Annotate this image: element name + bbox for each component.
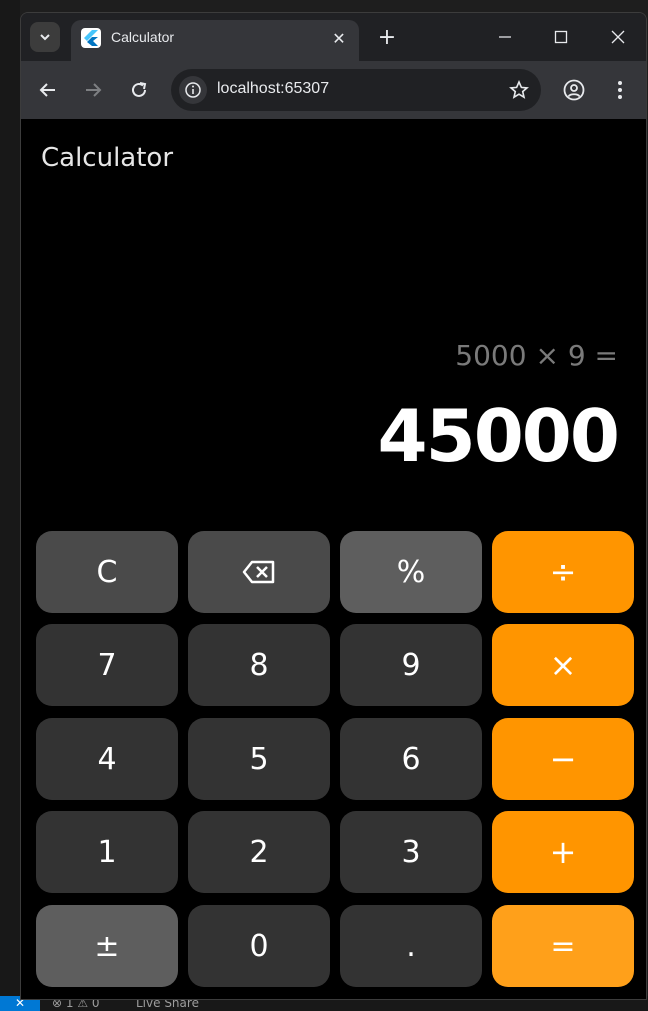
window-close-button[interactable]: [596, 21, 640, 53]
address-bar[interactable]: localhost:65307: [171, 69, 541, 111]
new-tab-button[interactable]: +: [373, 23, 401, 51]
star-icon[interactable]: [507, 78, 531, 102]
digit-1-button[interactable]: 1: [36, 811, 178, 893]
decimal-button[interactable]: .: [340, 905, 482, 987]
url-text[interactable]: localhost:65307: [217, 80, 329, 98]
tab-close-icon[interactable]: ✕: [329, 28, 349, 48]
percent-button[interactable]: %: [340, 531, 482, 613]
reload-icon: [132, 82, 147, 97]
maximize-button[interactable]: [539, 21, 583, 53]
plus-minus-button[interactable]: ±: [36, 905, 178, 987]
back-icon: [39, 83, 55, 97]
browser-tab[interactable]: Calculator ✕: [71, 20, 359, 61]
digit-0-button[interactable]: 0: [188, 905, 330, 987]
reload-button[interactable]: [124, 75, 154, 105]
browser-toolbar: localhost:65307: [21, 61, 646, 119]
tab-strip: Calculator ✕ +: [21, 13, 646, 61]
menu-button[interactable]: [605, 75, 635, 105]
profile-button[interactable]: [559, 75, 589, 105]
flutter-icon: [81, 28, 101, 48]
multiply-button[interactable]: ×: [492, 624, 634, 706]
digit-4-button[interactable]: 4: [36, 718, 178, 800]
digit-2-button[interactable]: 2: [188, 811, 330, 893]
menu-icon: [618, 81, 622, 99]
digit-6-button[interactable]: 6: [340, 718, 482, 800]
info-icon[interactable]: [179, 76, 207, 104]
profile-icon: [563, 79, 585, 101]
app-viewport: Calculator 5000 × 9 = 45000 C % ÷ 7 8 9 …: [21, 119, 646, 999]
add-button[interactable]: +: [492, 811, 634, 893]
backspace-icon: [242, 560, 275, 584]
window-close-icon: [611, 30, 625, 44]
expression-display: 5000 × 9 =: [455, 339, 618, 372]
chevron-down-icon: [40, 34, 50, 41]
digit-9-button[interactable]: 9: [340, 624, 482, 706]
forward-icon: [86, 83, 102, 97]
back-button[interactable]: [33, 75, 63, 105]
clear-button[interactable]: C: [36, 531, 178, 613]
subtract-button[interactable]: −: [492, 718, 634, 800]
browser-window: Calculator ✕ + localhost:65307 Calculato…: [20, 12, 647, 1000]
forward-button[interactable]: [78, 75, 108, 105]
app-title: Calculator: [41, 143, 174, 173]
ide-activity-bar: [0, 0, 20, 1011]
digit-7-button[interactable]: 7: [36, 624, 178, 706]
digit-3-button[interactable]: 3: [340, 811, 482, 893]
digit-5-button[interactable]: 5: [188, 718, 330, 800]
tab-search-button[interactable]: [30, 22, 60, 52]
minimize-button[interactable]: [483, 21, 527, 53]
divide-button[interactable]: ÷: [492, 531, 634, 613]
maximize-icon: [554, 30, 568, 44]
result-display: 45000: [377, 394, 620, 478]
equals-button[interactable]: =: [492, 905, 634, 987]
backspace-button[interactable]: [188, 531, 330, 613]
tab-title: Calculator: [111, 29, 175, 45]
minimize-icon: [499, 36, 511, 38]
digit-8-button[interactable]: 8: [188, 624, 330, 706]
